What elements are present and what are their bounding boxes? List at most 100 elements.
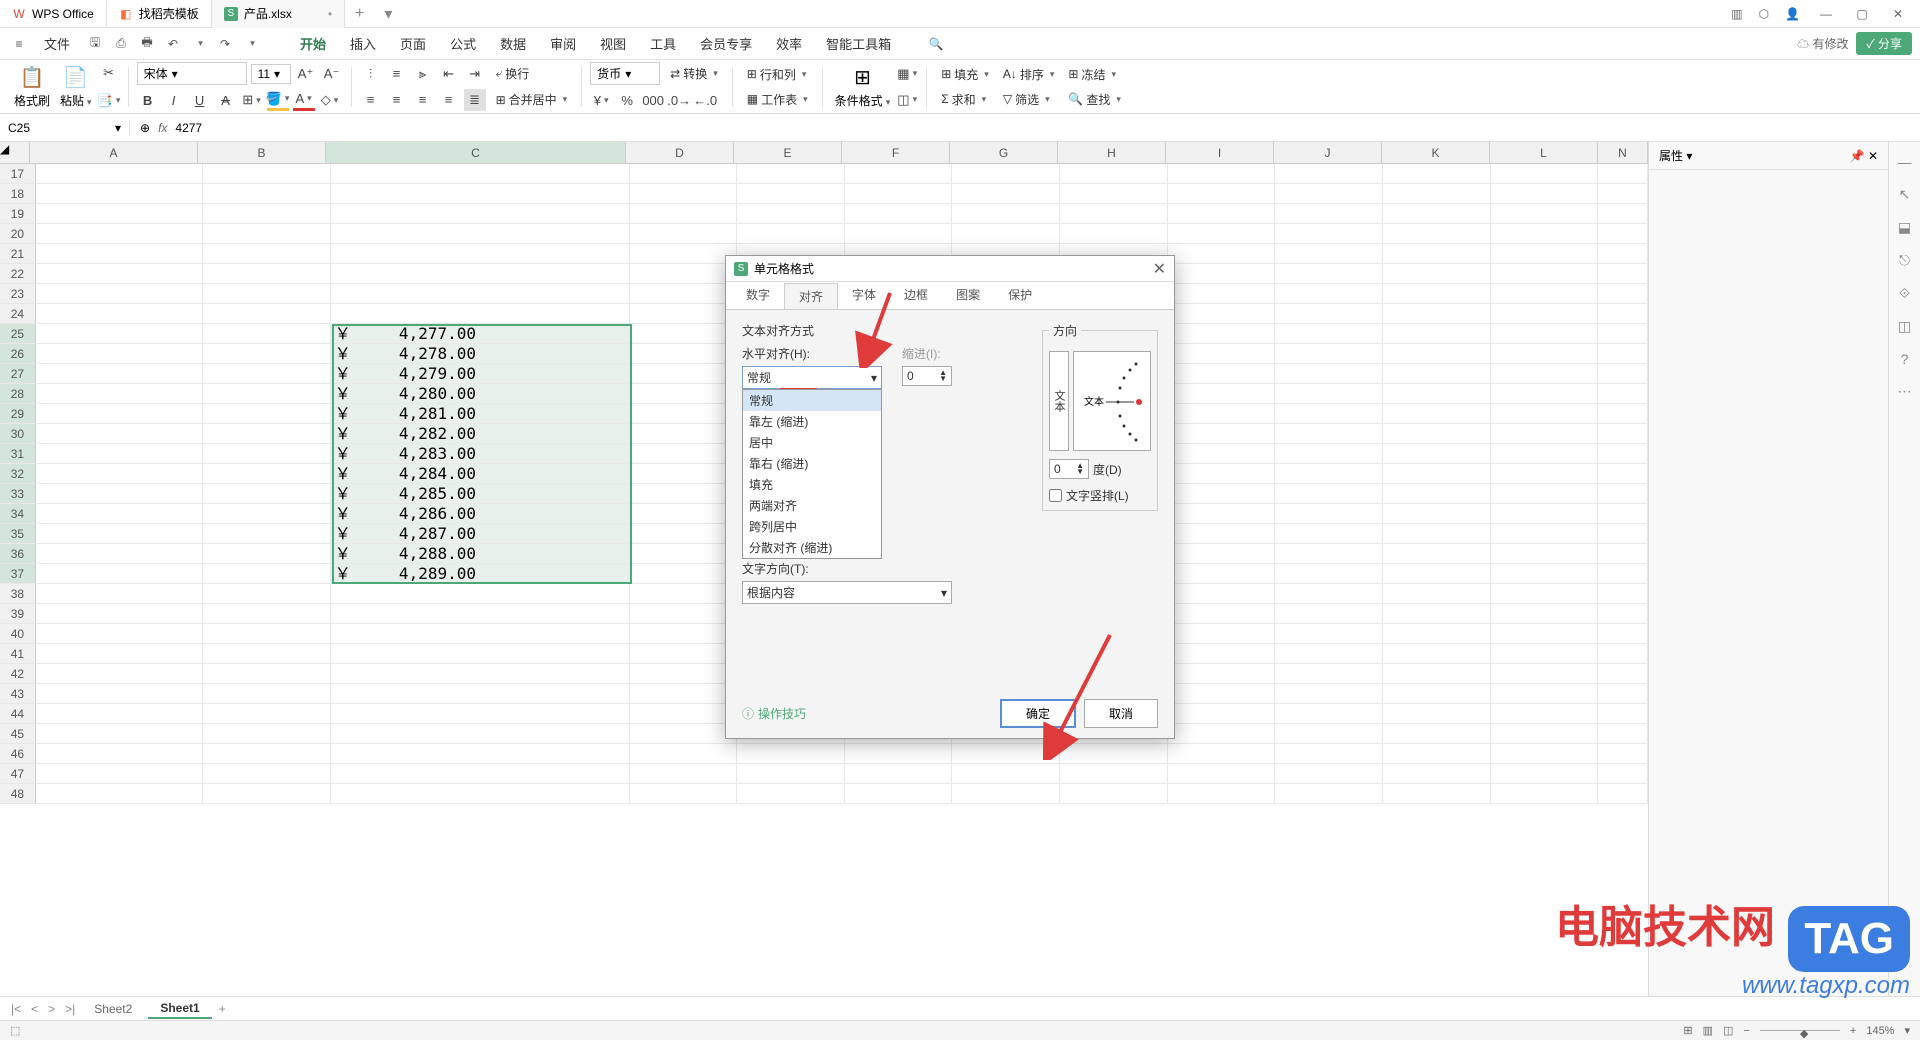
row-header[interactable]: 26 bbox=[0, 344, 36, 364]
combo-option[interactable]: 分散对齐 (缩进) bbox=[743, 537, 881, 558]
cell[interactable] bbox=[331, 664, 630, 684]
clear-format-button[interactable]: ◇ bbox=[319, 89, 341, 111]
cell[interactable] bbox=[630, 604, 738, 624]
dialog-close-button[interactable]: ✕ bbox=[1153, 259, 1166, 279]
redo-dropdown[interactable] bbox=[240, 33, 262, 55]
cell[interactable] bbox=[1598, 284, 1648, 304]
cell[interactable] bbox=[1383, 364, 1491, 384]
cell[interactable] bbox=[1491, 404, 1599, 424]
cell[interactable] bbox=[630, 424, 738, 444]
merge-button[interactable]: ⊞ 合并居中 bbox=[490, 89, 574, 110]
cell[interactable] bbox=[630, 404, 738, 424]
cell[interactable] bbox=[1598, 784, 1648, 804]
cell[interactable] bbox=[1383, 484, 1491, 504]
cell[interactable] bbox=[203, 344, 331, 364]
cell[interactable] bbox=[630, 784, 738, 804]
cell[interactable] bbox=[203, 384, 331, 404]
cell[interactable] bbox=[1275, 684, 1383, 704]
cell[interactable] bbox=[1275, 504, 1383, 524]
cell[interactable] bbox=[203, 584, 331, 604]
menu-file[interactable]: 文件 bbox=[34, 34, 80, 53]
row-header[interactable]: 30 bbox=[0, 424, 36, 444]
cell[interactable] bbox=[630, 164, 738, 184]
cell[interactable] bbox=[737, 784, 845, 804]
cell[interactable]: ￥ 4,288.00 bbox=[331, 544, 630, 564]
cell[interactable]: ￥ 4,284.00 bbox=[331, 464, 630, 484]
cell[interactable] bbox=[1275, 764, 1383, 784]
cell[interactable] bbox=[630, 384, 738, 404]
cell[interactable] bbox=[1275, 564, 1383, 584]
row-header[interactable]: 20 bbox=[0, 224, 36, 244]
cell[interactable] bbox=[331, 584, 630, 604]
table-style-icon[interactable]: ▦ bbox=[896, 63, 918, 85]
cell[interactable] bbox=[845, 184, 953, 204]
cancel-button[interactable]: 取消 bbox=[1084, 699, 1158, 728]
cell[interactable] bbox=[1383, 344, 1491, 364]
align-left-icon[interactable]: ≡ bbox=[360, 89, 382, 111]
cell[interactable] bbox=[203, 764, 331, 784]
cell[interactable] bbox=[203, 304, 331, 324]
ribbon-format-brush[interactable]: 📋 格式刷 bbox=[10, 65, 54, 109]
filter-button[interactable]: ▽ 筛选 bbox=[997, 89, 1061, 110]
modify-badge[interactable]: ☁ 有修改 bbox=[1797, 35, 1848, 52]
cell[interactable] bbox=[1383, 744, 1491, 764]
row-header[interactable]: 41 bbox=[0, 644, 36, 664]
cell[interactable] bbox=[630, 364, 738, 384]
indent-inc-icon[interactable]: ⇥ bbox=[464, 63, 486, 85]
cell[interactable] bbox=[36, 684, 203, 704]
cell[interactable] bbox=[203, 324, 331, 344]
cell[interactable] bbox=[1383, 664, 1491, 684]
menu-tab-page[interactable]: 页面 bbox=[390, 34, 436, 53]
cell[interactable] bbox=[203, 524, 331, 544]
cell[interactable] bbox=[630, 684, 738, 704]
cell[interactable]: ￥ 4,283.00 bbox=[331, 444, 630, 464]
dialog-tab-border[interactable]: 边框 bbox=[890, 282, 942, 309]
cell[interactable] bbox=[331, 764, 630, 784]
avatar-icon[interactable]: 👤 bbox=[1785, 7, 1800, 21]
menu-tab-formula[interactable]: 公式 bbox=[440, 34, 486, 53]
cell[interactable] bbox=[1491, 584, 1599, 604]
cell[interactable] bbox=[331, 724, 630, 744]
cell[interactable] bbox=[1275, 724, 1383, 744]
cell[interactable] bbox=[1383, 304, 1491, 324]
row-header[interactable]: 42 bbox=[0, 664, 36, 684]
cell[interactable] bbox=[1491, 464, 1599, 484]
sheet-nav-next[interactable]: > bbox=[45, 1002, 58, 1016]
cell[interactable]: ￥ 4,286.00 bbox=[331, 504, 630, 524]
cell[interactable] bbox=[1168, 724, 1276, 744]
cell[interactable] bbox=[1275, 744, 1383, 764]
cell[interactable] bbox=[1383, 184, 1491, 204]
save-icon[interactable]: 🖫 bbox=[84, 33, 106, 55]
cell[interactable] bbox=[1275, 604, 1383, 624]
cell[interactable] bbox=[1383, 644, 1491, 664]
vertical-text-checkbox[interactable] bbox=[1049, 489, 1062, 502]
cell[interactable] bbox=[331, 644, 630, 664]
cell[interactable] bbox=[737, 164, 845, 184]
font-increase-icon[interactable]: A⁺ bbox=[295, 63, 317, 85]
cell[interactable] bbox=[952, 204, 1060, 224]
cell[interactable] bbox=[1491, 324, 1599, 344]
cell[interactable] bbox=[1598, 304, 1648, 324]
find-button[interactable]: 🔍 查找 bbox=[1062, 89, 1127, 110]
cell[interactable] bbox=[36, 464, 203, 484]
cell[interactable]: ￥ 4,289.00 bbox=[331, 564, 630, 584]
cell[interactable] bbox=[36, 504, 203, 524]
cell[interactable]: ￥ 4,278.00 bbox=[331, 344, 630, 364]
cell[interactable] bbox=[630, 224, 738, 244]
cell[interactable] bbox=[203, 164, 331, 184]
cell[interactable] bbox=[1275, 324, 1383, 344]
cell[interactable] bbox=[36, 184, 203, 204]
cell[interactable] bbox=[1491, 304, 1599, 324]
cell[interactable] bbox=[630, 624, 738, 644]
style-icon[interactable]: ⬓ bbox=[1898, 219, 1911, 236]
cell[interactable] bbox=[1275, 444, 1383, 464]
cell[interactable] bbox=[1598, 364, 1648, 384]
font-decrease-icon[interactable]: A⁻ bbox=[321, 63, 343, 85]
cell[interactable] bbox=[1598, 544, 1648, 564]
cell[interactable] bbox=[1491, 624, 1599, 644]
col-header[interactable]: F bbox=[842, 142, 950, 163]
cut-icon[interactable]: ✂ bbox=[98, 62, 120, 84]
cell[interactable] bbox=[1168, 344, 1276, 364]
text-dir-combo[interactable]: 根据内容 ▾ bbox=[742, 581, 952, 604]
number-format-dropdown[interactable]: 货币▾ bbox=[590, 62, 660, 85]
